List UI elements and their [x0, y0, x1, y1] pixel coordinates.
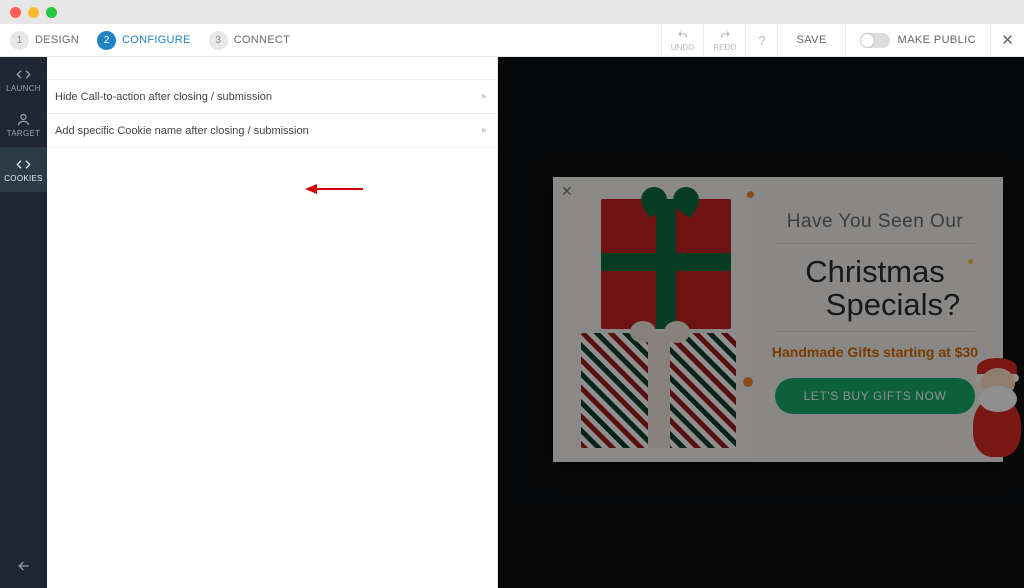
- undo-icon: [676, 28, 690, 42]
- confetti-dot: [968, 259, 973, 264]
- undo-label: UNDO: [671, 43, 695, 52]
- close-button[interactable]: ✕: [990, 24, 1024, 56]
- row-hide-cta[interactable]: Hide Call-to-action after closing / subm…: [47, 80, 497, 114]
- redo-button[interactable]: REDO: [703, 24, 745, 56]
- step-connect[interactable]: 3 CONNECT: [209, 31, 291, 50]
- traffic-light-close[interactable]: [10, 7, 21, 18]
- user-icon: [16, 112, 31, 127]
- settings-panel: Hide Call-to-action after closing / subm…: [47, 57, 498, 588]
- divider: [775, 243, 975, 244]
- rail-cookies[interactable]: COOKIES: [0, 147, 47, 192]
- rail-label: TARGET: [7, 129, 41, 138]
- ribbon-horizontal: [601, 253, 731, 271]
- step-label: CONFIGURE: [122, 34, 191, 46]
- popup-heading-word1: Christmas: [805, 254, 945, 289]
- step-design[interactable]: 1 DESIGN: [10, 31, 79, 50]
- rail-label: LAUNCH: [6, 84, 41, 93]
- popup-cta-button[interactable]: LET'S BUY GIFTS NOW: [775, 378, 975, 414]
- step-configure[interactable]: 2 CONFIGURE: [97, 31, 191, 50]
- redo-label: REDO: [713, 43, 736, 52]
- step-label: CONNECT: [234, 34, 291, 46]
- top-toolbar: 1 DESIGN 2 CONFIGURE 3 CONNECT UNDO REDO…: [0, 24, 1024, 57]
- step-number: 2: [97, 31, 116, 50]
- popup-subtext: Handmade Gifts starting at $30: [769, 344, 981, 360]
- row-cookie-name[interactable]: Add specific Cookie name after closing /…: [47, 114, 497, 148]
- popup-heading-word2: Specials?: [769, 289, 981, 322]
- bow-green: [641, 187, 699, 217]
- ribbon-cream: [648, 333, 670, 448]
- arrow-left-icon: [16, 558, 32, 574]
- step-number: 3: [209, 31, 228, 50]
- back-button[interactable]: [0, 544, 47, 588]
- row-label: Add specific Cookie name after closing /…: [55, 125, 309, 137]
- rail-launch[interactable]: LAUNCH: [0, 57, 47, 102]
- confetti-dot: [743, 377, 753, 387]
- step-label: DESIGN: [35, 34, 79, 46]
- popup-heading-small: Have You Seen Our: [769, 211, 981, 233]
- redo-icon: [718, 28, 732, 42]
- popup-content: Have You Seen Our Christmas Specials? Ha…: [753, 177, 1003, 462]
- code-icon: [16, 67, 31, 82]
- make-public-toggle[interactable]: MAKE PUBLIC: [845, 24, 990, 56]
- code-icon: [16, 157, 31, 172]
- divider: [775, 331, 975, 332]
- help-button[interactable]: ?: [745, 24, 777, 56]
- popup-preview: ✕ Have You Seen Our: [553, 177, 1003, 462]
- popup-heading-large: Christmas Specials?: [769, 256, 981, 321]
- preview-canvas: ✕ Have You Seen Our: [498, 57, 1024, 588]
- chevron-right-icon: ▸: [482, 125, 487, 136]
- undo-button[interactable]: UNDO: [661, 24, 704, 56]
- make-public-label: MAKE PUBLIC: [898, 34, 976, 46]
- bow-cream: [630, 321, 690, 349]
- save-button[interactable]: SAVE: [777, 24, 844, 56]
- panel-header-spacer: [47, 57, 497, 80]
- wizard-steps: 1 DESIGN 2 CONFIGURE 3 CONNECT: [0, 31, 290, 50]
- traffic-light-minimize[interactable]: [28, 7, 39, 18]
- toggle-switch[interactable]: [860, 33, 890, 48]
- step-number: 1: [10, 31, 29, 50]
- popup-close-button[interactable]: ✕: [561, 183, 573, 200]
- left-rail: LAUNCH TARGET COOKIES: [0, 57, 47, 588]
- santa-decoration: [973, 362, 1024, 457]
- confetti-dot: [747, 191, 754, 198]
- row-label: Hide Call-to-action after closing / subm…: [55, 91, 272, 103]
- rail-label: COOKIES: [4, 174, 43, 183]
- rail-target[interactable]: TARGET: [0, 102, 47, 147]
- window-titlebar: [0, 0, 1024, 24]
- traffic-light-zoom[interactable]: [46, 7, 57, 18]
- popup-image-area: [553, 177, 753, 462]
- chevron-right-icon: ▸: [482, 91, 487, 102]
